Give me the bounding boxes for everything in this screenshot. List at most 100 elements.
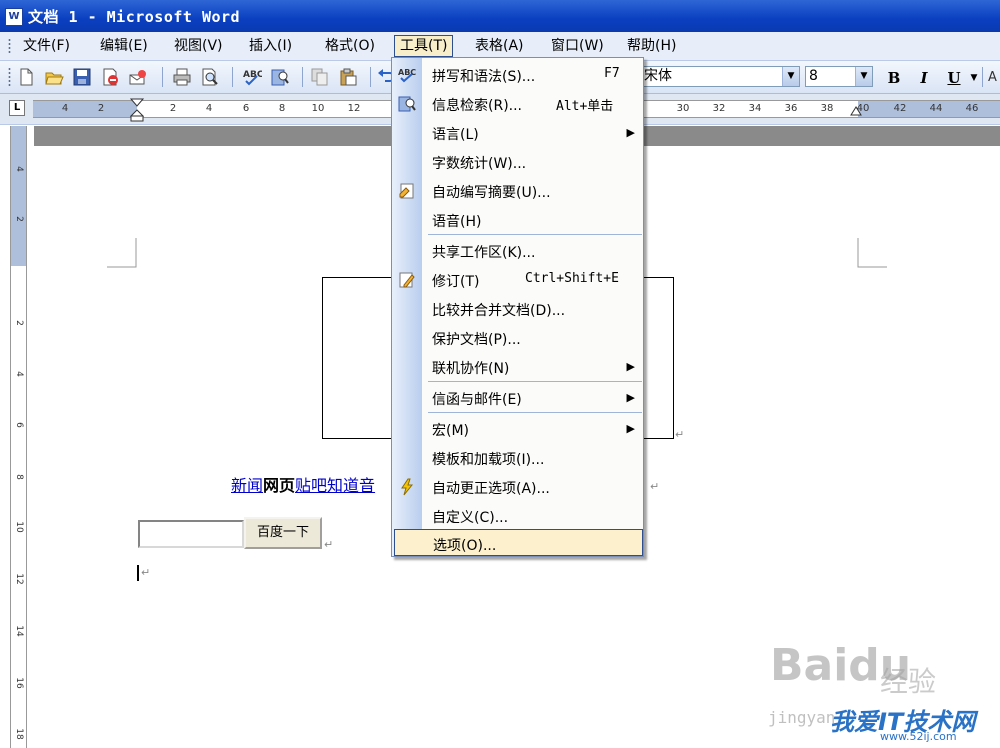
nav-link-news[interactable]: 新闻	[231, 476, 263, 495]
print-icon[interactable]	[172, 67, 192, 87]
vruler-number: 18	[14, 728, 24, 740]
menu-table[interactable]: 表格(A)	[470, 36, 529, 56]
ruler-number: 34	[748, 103, 762, 114]
menu-item-letters-mailings[interactable]: 信函与邮件(E) ▶	[392, 383, 643, 412]
italic-button[interactable]: I	[914, 68, 934, 88]
menu-edit[interactable]: 编辑(E)	[95, 36, 153, 56]
paste-icon[interactable]	[338, 67, 358, 87]
svg-text:ABC: ABC	[398, 68, 416, 77]
research-icon[interactable]	[270, 67, 290, 87]
open-icon[interactable]	[44, 67, 64, 87]
site-url-watermark: www.52ij.com	[880, 730, 957, 743]
menu-help[interactable]: 帮助(H)	[622, 36, 681, 56]
ruler-number: 12	[347, 103, 361, 114]
menu-item-shared-workspace[interactable]: 共享工作区(K)...	[392, 236, 643, 265]
menu-item-speech[interactable]: 语音(H)	[392, 205, 643, 234]
underline-dropdown-icon[interactable]: ▼	[964, 68, 984, 88]
menu-item-macro[interactable]: 宏(M) ▶	[392, 414, 643, 443]
font-color-icon[interactable]: A	[986, 67, 1000, 87]
submenu-arrow-icon: ▶	[626, 126, 635, 139]
menubar-grip-handle[interactable]	[8, 38, 11, 54]
menu-window[interactable]: 窗口(W)	[546, 36, 609, 56]
submenu-arrow-icon: ▶	[626, 360, 635, 373]
vruler-number: 10	[14, 521, 24, 533]
menu-insert[interactable]: 插入(I)	[244, 36, 297, 56]
tab-selector-button[interactable]: L	[9, 100, 25, 116]
word-app-icon[interactable]: W	[5, 8, 23, 26]
save-icon[interactable]	[72, 67, 92, 87]
jingyan-watermark: 经验	[880, 665, 937, 698]
vruler-number: 4	[14, 166, 24, 172]
ruler-number: 2	[97, 103, 105, 114]
ruler-number: 8	[278, 103, 286, 114]
menu-view[interactable]: 视图(V)	[169, 36, 228, 56]
chevron-down-icon[interactable]: ▼	[855, 67, 872, 86]
toolbar-separator	[302, 67, 303, 87]
copy-icon[interactable]	[310, 67, 330, 87]
menu-item-autocorrect-options[interactable]: 自动更正选项(A)...	[392, 472, 643, 501]
vruler-number: 16	[14, 677, 24, 689]
menu-item-customize[interactable]: 自定义(C)...	[392, 501, 643, 530]
menu-item-online-collaboration[interactable]: 联机协作(N) ▶	[392, 352, 643, 381]
spelling-icon[interactable]: ABC	[242, 67, 262, 87]
permission-icon[interactable]	[100, 67, 120, 87]
top-margin-area	[11, 126, 26, 266]
menu-tools[interactable]: 工具(T)	[394, 35, 454, 57]
menu-item-track-changes[interactable]: 修订(T) Ctrl+Shift+E	[392, 265, 643, 294]
paragraph-mark: ↵	[324, 538, 334, 551]
ruler-number: 44	[929, 103, 943, 114]
menu-item-spelling-grammar[interactable]: ABC 拼写和语法(S)... F7	[392, 60, 643, 89]
menu-item-autosummarize[interactable]: 自动编写摘要(U)...	[392, 176, 643, 205]
menu-item-options[interactable]: 选项(O)...	[394, 529, 643, 556]
menu-separator	[428, 381, 642, 382]
baidu-search-input[interactable]	[138, 520, 244, 548]
vruler-number: 8	[14, 474, 24, 480]
email-icon[interactable]	[128, 67, 148, 87]
text-cursor	[137, 565, 139, 581]
margin-corner-mark	[857, 238, 887, 268]
font-name-combo[interactable]: 宋体 ▼	[640, 66, 800, 87]
menu-item-compare-merge[interactable]: 比较并合并文档(D)...	[392, 294, 643, 323]
margin-corner-mark	[107, 238, 137, 268]
track-changes-icon	[399, 272, 415, 288]
nav-link-web[interactable]: 网页	[263, 476, 295, 495]
menu-item-word-count[interactable]: 字数统计(W)...	[392, 147, 643, 176]
menu-separator	[428, 412, 642, 413]
underline-button[interactable]: U	[944, 68, 964, 88]
chevron-down-icon[interactable]: ▼	[782, 67, 799, 86]
nav-link-tieba-zhidao-music[interactable]: 贴吧知道音	[295, 476, 375, 495]
bold-button[interactable]: B	[884, 68, 904, 88]
autosummarize-icon	[399, 183, 414, 199]
menu-item-protect-document[interactable]: 保护文档(P)...	[392, 323, 643, 352]
menu-separator	[428, 234, 642, 235]
jingyan-url-watermark: jingyan	[768, 708, 836, 727]
menu-format[interactable]: 格式(O)	[320, 36, 380, 56]
menu-item-research[interactable]: 信息检索(R)... Alt+单击	[392, 89, 643, 118]
baidu-search-button[interactable]: 百度一下	[244, 517, 322, 549]
new-icon[interactable]	[16, 67, 36, 87]
svg-text:ABC: ABC	[243, 70, 262, 80]
toolbar-grip-handle[interactable]	[8, 67, 11, 87]
vruler-number: 14	[14, 625, 24, 637]
vruler-number: 2	[14, 216, 24, 222]
vertical-ruler[interactable]: 4 2 2 4 6 8 10 12 14 16 18	[10, 126, 27, 748]
ruler-number: 36	[784, 103, 798, 114]
right-indent-marker-icon[interactable]	[850, 106, 862, 116]
print-preview-icon[interactable]	[200, 67, 220, 87]
indent-marker-icon[interactable]	[130, 98, 144, 122]
research-icon	[398, 96, 416, 112]
font-size-combo[interactable]: 8 ▼	[805, 66, 873, 87]
ruler-number: 10	[311, 103, 325, 114]
baidu-nav-links: 新闻网页贴吧知道音	[231, 476, 375, 496]
vruler-number: 2	[14, 320, 24, 326]
submenu-arrow-icon: ▶	[626, 391, 635, 404]
menu-item-language[interactable]: 语言(L) ▶	[392, 118, 643, 147]
ruler-number: 30	[676, 103, 690, 114]
menu-file[interactable]: 文件(F)	[18, 36, 75, 56]
menu-item-templates-addins[interactable]: 模板和加载项(I)...	[392, 443, 643, 472]
vruler-number: 6	[14, 422, 24, 428]
window-title: 文档 1 - Microsoft Word	[28, 8, 241, 26]
title-bar: W 文档 1 - Microsoft Word	[0, 0, 1000, 32]
ruler-number: 4	[205, 103, 213, 114]
left-margin-area	[33, 101, 137, 117]
